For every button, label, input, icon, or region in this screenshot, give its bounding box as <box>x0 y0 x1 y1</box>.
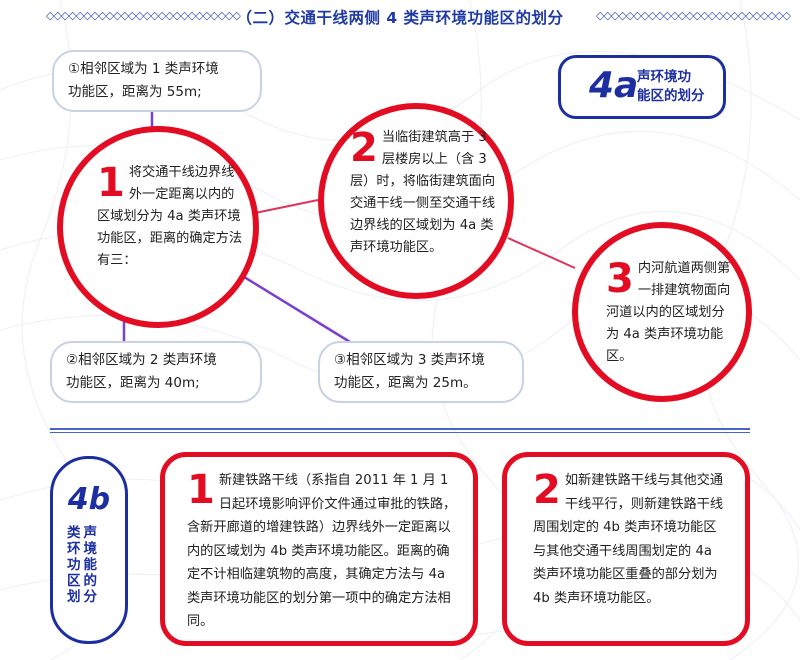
connector-circle2-circle3 <box>507 237 576 269</box>
box-4b-1-number: 1 <box>187 467 215 513</box>
label-4b-text: 类声环境功能区的划分 <box>67 525 100 605</box>
box-4b-2-number: 2 <box>533 467 561 513</box>
label-4b: 4b 类声环境功能区的划分 <box>50 456 128 644</box>
method-bubble-3: ③相邻区域为 3 类声环境 功能区，距离为 25m。 <box>318 341 524 403</box>
method-bubble-2: ②相邻区域为 2 类声环境 功能区，距离为 40m; <box>50 341 262 403</box>
circle-3: 3 内河航道两侧第一排建筑物面向河道以内的区域划分为 4a 类声环境功能区。 <box>572 222 752 402</box>
circle-1: 1 将交通干线边界线外一定距离以内的区域划分为 4a 类声环境功能区，距离的确定… <box>57 126 259 328</box>
section-divider-bottom <box>50 432 750 433</box>
connector-circle1-bubble3 <box>235 270 351 344</box>
method-bubble-2-line2: 功能区，距离为 40m; <box>66 375 200 391</box>
label-4a-text-line2: 能区的划分 <box>637 88 705 104</box>
box-4b-2: 2 如新建铁路干线与其他交通干线平行，则新建铁路干线周围划定的 4b 类声环境功… <box>502 452 750 646</box>
method-bubble-3-line1: ③相邻区域为 3 类声环境 <box>334 352 485 368</box>
method-bubble-1: ①相邻区域为 1 类声环境 功能区，距离为 55m; <box>52 50 262 112</box>
box-4b-1: 1 新建铁路干线（系指自 2011 年 1 月 1 日起环境影响评价文件通过审批… <box>160 452 478 646</box>
label-4a: 4a 声环境功 能区的划分 <box>558 55 726 119</box>
label-4b-code: 4b <box>67 482 111 517</box>
section-divider-top <box>50 428 750 430</box>
method-bubble-3-line2: 功能区，距离为 25m。 <box>334 375 477 391</box>
method-bubble-2-line1: ②相邻区域为 2 类声环境 <box>66 352 217 368</box>
circle-2: 2 当临街建筑高于 3 层楼房以上（含 3 层）时，将临街建筑面向交通干线一侧至… <box>318 103 514 299</box>
circle-2-number: 2 <box>350 125 378 171</box>
circle-1-number: 1 <box>97 160 125 206</box>
box-4b-1-text: 新建铁路干线（系指自 2011 年 1 月 1 日起环境影响评价文件通过审批的铁… <box>187 473 457 629</box>
box-4b-2-text: 如新建铁路干线与其他交通干线平行，则新建铁路干线周围划定的 4b 类声环境功能区… <box>533 473 724 606</box>
connector-circle1-circle2 <box>254 199 319 214</box>
label-4a-code: 4a <box>589 65 639 106</box>
circle-3-number: 3 <box>606 256 634 302</box>
method-bubble-1-line2: 功能区，距离为 55m; <box>68 84 202 100</box>
method-bubble-1-line1: ①相邻区域为 1 类声环境 <box>68 61 219 77</box>
label-4a-text-line1: 声环境功 <box>637 69 691 85</box>
